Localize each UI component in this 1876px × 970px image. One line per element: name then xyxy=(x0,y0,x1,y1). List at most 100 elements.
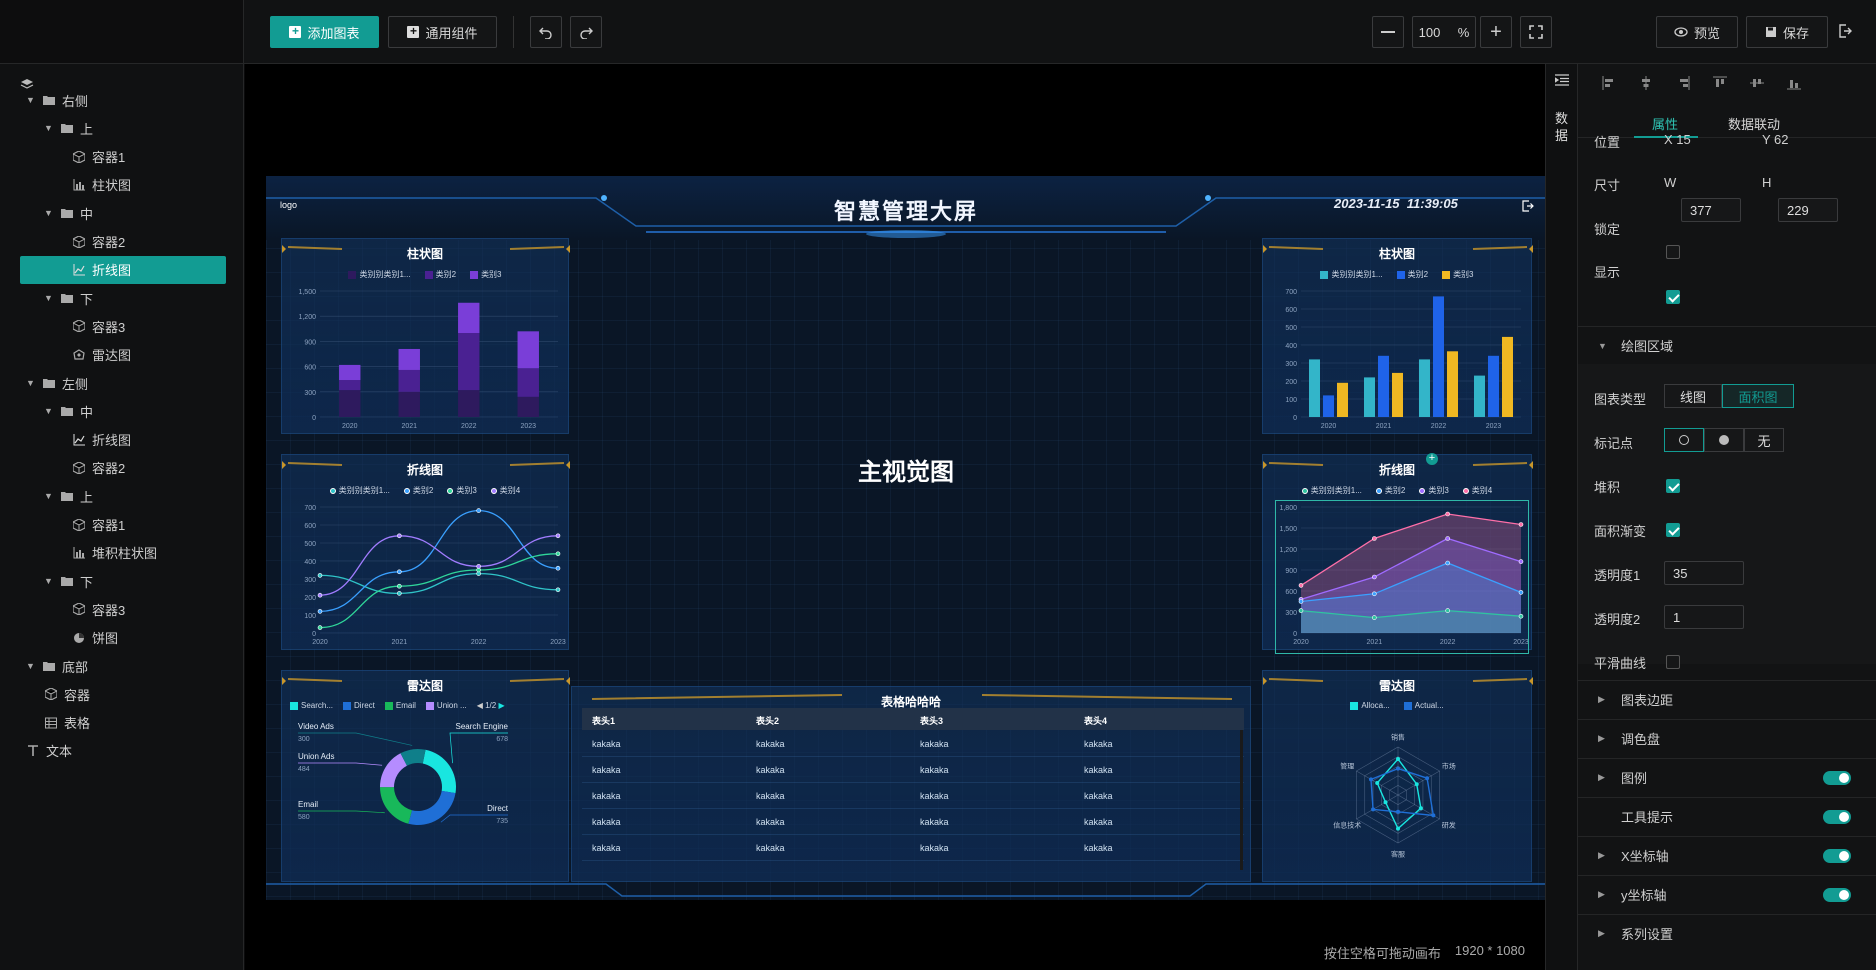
height-input[interactable]: 229 xyxy=(1778,198,1838,222)
table-row[interactable]: kakaka kakaka kakaka kakaka xyxy=(582,757,1244,783)
add-chart-button[interactable]: + 添加图表 xyxy=(270,16,379,48)
tree-node[interactable]: 容器1 xyxy=(72,143,220,171)
tree-node[interactable]: 堆积柱状图 xyxy=(72,539,220,567)
tree-node[interactable]: ▼ 左侧 xyxy=(26,369,220,397)
legend-item[interactable]: 类别别类别1... xyxy=(1301,485,1362,496)
stack-checkbox[interactable] xyxy=(1666,479,1680,493)
tree-node[interactable]: 饼图 xyxy=(72,624,220,652)
legend-item[interactable]: 类别3 xyxy=(470,269,502,280)
props-section[interactable]: ▶ X坐标轴 xyxy=(1578,836,1876,874)
section-plot-area[interactable]: ▼ 绘图区域 xyxy=(1578,326,1876,364)
legend-item[interactable]: 类别3 xyxy=(1419,485,1449,496)
smooth-checkbox[interactable] xyxy=(1666,655,1680,669)
legend-item[interactable]: 类别4 xyxy=(1462,485,1492,496)
tree-node[interactable]: ▼ 中 xyxy=(44,397,220,425)
chart-panel[interactable]: 雷达图 销售 市场 研发 客服 信息技术 管理 Alloca... Actual... xyxy=(1262,670,1533,882)
undo-button[interactable] xyxy=(530,16,562,48)
preview-button[interactable]: 预览 xyxy=(1656,16,1738,48)
opacity2-input[interactable]: 1 xyxy=(1664,605,1744,629)
opacity1-input[interactable]: 35 xyxy=(1664,561,1744,585)
zoom-input[interactable]: 100 % xyxy=(1412,16,1476,48)
align-top-icon[interactable] xyxy=(1713,76,1727,90)
fullscreen-button[interactable] xyxy=(1520,16,1552,48)
zoom-in-button[interactable]: + xyxy=(1480,16,1512,48)
table-row[interactable]: kakaka kakaka kakaka kakaka xyxy=(582,809,1244,835)
legend-item[interactable]: 类别4 xyxy=(490,485,520,496)
legend-item[interactable]: 类别2 xyxy=(1396,269,1428,280)
tree-node[interactable]: 表格 xyxy=(44,709,220,737)
legend-pager[interactable]: ◀ 1/2 ▶ xyxy=(477,701,505,710)
legend-item[interactable]: 类别2 xyxy=(1375,485,1405,496)
chart-type-line[interactable]: 线图 xyxy=(1664,384,1722,408)
tree-node[interactable]: ▼ 上 xyxy=(44,114,220,142)
tab-data-link[interactable]: 数据联动 xyxy=(1728,114,1780,133)
x-position[interactable]: X 15 xyxy=(1664,132,1691,147)
legend-item[interactable]: Email xyxy=(384,701,416,710)
align-left-icon[interactable] xyxy=(1602,76,1616,90)
chart-panel[interactable]: 雷达图 Search Engine 678 Direct 735 Email 580 Unio… xyxy=(281,670,570,882)
tree-node[interactable]: 容器2 xyxy=(72,454,220,482)
tree-node[interactable]: 文本 xyxy=(26,737,220,765)
section-toggle[interactable] xyxy=(1823,809,1851,824)
tree-node[interactable]: 折线图 xyxy=(20,255,226,284)
tree-node[interactable]: ▼ 底部 xyxy=(26,652,220,680)
legend-item[interactable]: 类别别类别1... xyxy=(348,269,411,280)
align-bottom-icon[interactable] xyxy=(1787,76,1801,90)
save-button[interactable]: 保存 xyxy=(1746,16,1828,48)
legend-item[interactable]: 类别2 xyxy=(424,269,456,280)
y-position[interactable]: Y 62 xyxy=(1762,132,1789,147)
legend-item[interactable]: 类别3 xyxy=(447,485,477,496)
collapse-panel-icon[interactable] xyxy=(1554,74,1569,89)
tree-node[interactable]: 雷达图 xyxy=(72,341,220,369)
prev-page-icon[interactable]: ◀ xyxy=(477,701,483,710)
tree-node[interactable]: 容器2 xyxy=(72,228,220,256)
zoom-out-button[interactable] xyxy=(1372,16,1404,48)
legend-item[interactable]: Alloca... xyxy=(1350,701,1390,710)
lock-checkbox[interactable] xyxy=(1666,245,1680,259)
props-section[interactable]: ▶ 系列设置 xyxy=(1578,914,1876,952)
legend-item[interactable]: Union ... xyxy=(425,701,467,710)
section-toggle[interactable] xyxy=(1823,770,1851,785)
marker-hollow[interactable] xyxy=(1664,428,1704,452)
legend-item[interactable]: 类别3 xyxy=(1442,269,1474,280)
legend-item[interactable]: 类别别类别1... xyxy=(1320,269,1383,280)
legend-item[interactable]: 类别别类别1... xyxy=(329,485,390,496)
table-scrollbar[interactable] xyxy=(1240,730,1243,870)
screen-exit-icon[interactable] xyxy=(1522,200,1534,215)
chart-panel[interactable]: 柱状图 0 300 600 900 1,200 1,500 2020 2021 2022 2023 类… xyxy=(281,238,570,434)
chart-panel[interactable]: 折线图 0 100 200 300 400 500 600 700 2020 2021 2022 202… xyxy=(281,454,570,650)
table-row[interactable]: kakaka kakaka kakaka kakaka xyxy=(582,731,1244,757)
props-section[interactable]: ▶ 调色盘 xyxy=(1578,719,1876,757)
chart-type-area[interactable]: 面积图 xyxy=(1722,384,1794,408)
legend-item[interactable]: Actual... xyxy=(1403,701,1444,710)
props-section[interactable]: ▶ 图例 xyxy=(1578,758,1876,796)
tree-node[interactable]: 折线图 xyxy=(72,426,220,454)
add-handle-icon[interactable]: + xyxy=(1426,453,1438,465)
props-section[interactable]: ▶ y坐标轴 xyxy=(1578,875,1876,913)
legend-item[interactable]: Direct xyxy=(343,701,375,710)
tree-node[interactable]: ▼ 中 xyxy=(44,199,220,227)
align-center-h-icon[interactable] xyxy=(1639,76,1653,90)
width-input[interactable]: 377 xyxy=(1681,198,1741,222)
gradient-checkbox[interactable] xyxy=(1666,523,1680,537)
tree-node[interactable]: 容器 xyxy=(44,680,220,708)
show-checkbox[interactable] xyxy=(1666,290,1680,304)
common-widgets-button[interactable]: + 通用组件 xyxy=(388,16,497,48)
tree-node[interactable]: ▼ 上 xyxy=(44,482,220,510)
tree-node[interactable]: ▼ 下 xyxy=(44,567,220,595)
next-page-icon[interactable]: ▶ xyxy=(498,701,504,710)
tree-node[interactable]: 容器3 xyxy=(72,595,220,623)
tab-properties[interactable]: 属性 xyxy=(1652,114,1678,133)
tree-node[interactable]: 容器1 xyxy=(72,511,220,539)
tree-node[interactable]: 容器3 xyxy=(72,312,220,340)
tree-node[interactable]: 柱状图 xyxy=(72,171,220,199)
redo-button[interactable] xyxy=(570,16,602,48)
tree-node[interactable]: ▼ 下 xyxy=(44,284,220,312)
tree-node[interactable]: ▼ 右侧 xyxy=(26,86,220,114)
selection-box[interactable] xyxy=(1275,500,1529,654)
align-right-icon[interactable] xyxy=(1676,76,1690,90)
section-toggle[interactable] xyxy=(1823,887,1851,902)
marker-solid[interactable] xyxy=(1704,428,1744,452)
table-row[interactable]: kakaka kakaka kakaka kakaka xyxy=(582,783,1244,809)
data-strip[interactable]: 数据 xyxy=(1545,64,1577,970)
